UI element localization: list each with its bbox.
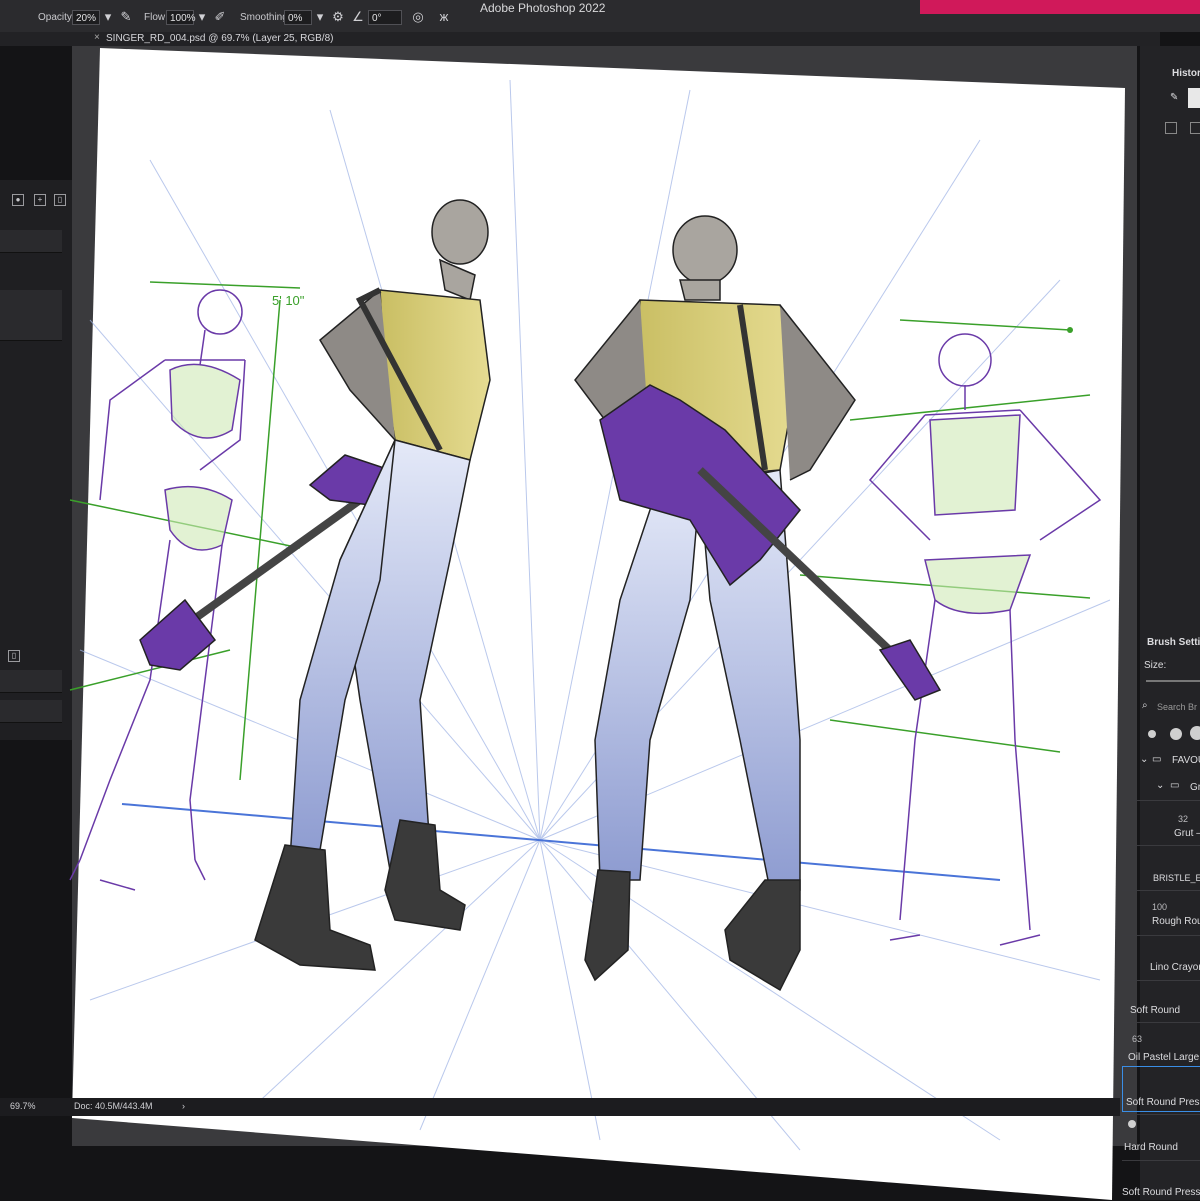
chevron-down-icon[interactable]: ⌄: [1140, 754, 1148, 765]
size-label: Size:: [1144, 660, 1167, 671]
guide-point: [1067, 327, 1073, 333]
brush-preset-thumb[interactable]: [1148, 730, 1156, 738]
history-panel-label[interactable]: Histor: [1172, 68, 1200, 79]
status-menu-arrow[interactable]: ›: [182, 1101, 185, 1111]
folder-group[interactable]: Gr: [1190, 782, 1200, 793]
size-slider[interactable]: [1146, 680, 1200, 682]
brush-search-input[interactable]: Search Br: [1157, 702, 1197, 712]
brush-preset-thumb[interactable]: [1170, 728, 1182, 740]
brush-name: Rough Rour: [1152, 916, 1200, 927]
history-thumbnail[interactable]: [1188, 88, 1200, 108]
document-size: Doc: 40.5M/443.4M: [74, 1101, 153, 1111]
brush-size: 63: [1132, 1034, 1143, 1044]
artwork-canvas[interactable]: 5' 10": [0, 0, 1200, 1200]
folder-icon: ▭: [1152, 754, 1162, 765]
search-icon[interactable]: ⌕: [1142, 700, 1148, 711]
brush-icon[interactable]: ✎: [1170, 92, 1178, 103]
brush-name: Oil Pastel Large: [1128, 1052, 1200, 1063]
brush-name: Soft Round Press: [1126, 1097, 1200, 1108]
canvas-paper: [72, 48, 1125, 1200]
brush-size: 100: [1152, 902, 1168, 912]
brush-name: BRISTLE_E: [1153, 873, 1200, 883]
brush-size: 32: [1178, 814, 1189, 824]
brush-name: Grut –: [1174, 828, 1200, 839]
height-annotation: 5' 10": [272, 293, 305, 308]
folder-favourites[interactable]: FAVOU: [1172, 755, 1200, 766]
brush-name: Soft Round: [1130, 1005, 1181, 1016]
brush-name: Soft Round Press: [1122, 1187, 1200, 1198]
status-bar: [0, 1098, 1120, 1116]
brush-preset-thumb[interactable]: [1190, 726, 1200, 740]
new-document-icon[interactable]: [1190, 122, 1200, 134]
snapshot-icon[interactable]: [1165, 122, 1177, 134]
brush-name: Hard Round: [1124, 1142, 1178, 1153]
brush-preset-thumb: [1128, 1120, 1136, 1128]
chevron-down-icon[interactable]: ⌄: [1156, 780, 1164, 791]
folder-icon: ▭: [1170, 780, 1180, 791]
brush-name: Lino Crayor: [1150, 962, 1200, 973]
brush-settings-label[interactable]: Brush Settin: [1147, 637, 1200, 648]
zoom-level[interactable]: 69.7%: [10, 1101, 36, 1111]
